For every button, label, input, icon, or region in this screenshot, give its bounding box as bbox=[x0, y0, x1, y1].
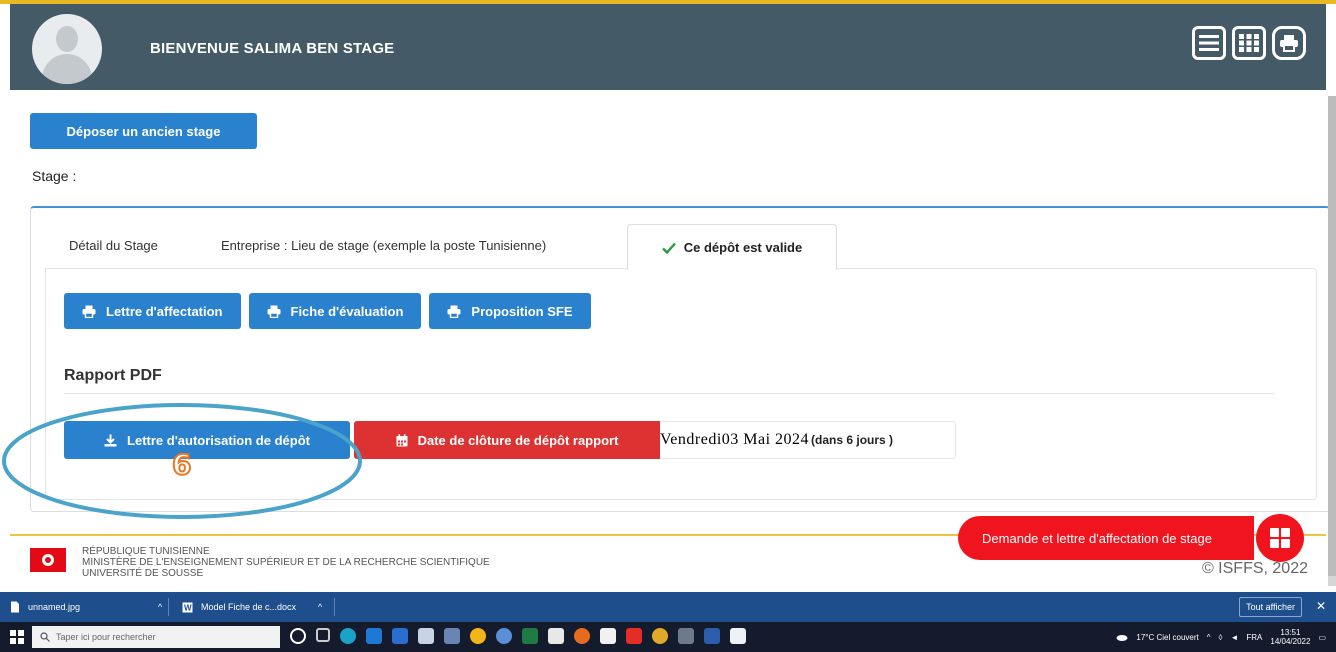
app-header: BIENVENUE SALIMA BEN STAGE bbox=[10, 4, 1326, 90]
avatar-bust bbox=[42, 54, 92, 84]
terminal-icon[interactable] bbox=[678, 628, 694, 644]
fiche-evaluation-button[interactable]: Fiche d'évaluation bbox=[248, 293, 422, 329]
annotation-number: 6 bbox=[171, 447, 193, 482]
clock[interactable]: 13:51 14/04/2022 bbox=[1270, 628, 1310, 646]
notifications-icon[interactable]: ▭ bbox=[1318, 633, 1326, 642]
calendar-icon bbox=[396, 433, 408, 446]
svg-text:W: W bbox=[184, 603, 192, 612]
firefox-icon[interactable] bbox=[574, 628, 590, 644]
search-placeholder: Taper ici pour rechercher bbox=[56, 632, 156, 642]
chrome-icon[interactable] bbox=[470, 628, 486, 644]
chrome-alt-icon[interactable] bbox=[496, 628, 512, 644]
footer-institution: RÉPUBLIQUE TUNISIENNE MINISTÈRE DE L'ENS… bbox=[82, 546, 490, 579]
chevron-up-icon: ^ bbox=[318, 602, 323, 612]
windows-grid-icon bbox=[1270, 528, 1290, 548]
download-item-1-label: unnamed.jpg bbox=[28, 602, 81, 612]
days-remaining: (dans 6 jours ) bbox=[811, 433, 894, 447]
divider bbox=[334, 598, 335, 616]
calendar-app-icon[interactable] bbox=[418, 628, 434, 644]
check-icon bbox=[661, 242, 676, 254]
date-cloture-label: Date de clôture de dépôt rapport bbox=[417, 432, 619, 448]
download-item-2[interactable]: W Model Fiche de c...docx ^ bbox=[182, 592, 322, 622]
grid-icon bbox=[1239, 34, 1259, 52]
proposition-sfe-button[interactable]: Proposition SFE bbox=[429, 293, 591, 329]
print-icon bbox=[1280, 35, 1298, 52]
menu-list-button[interactable] bbox=[1192, 26, 1226, 60]
tab-entreprise[interactable]: Entreprise : Lieu de stage (exemple la p… bbox=[221, 238, 546, 253]
volume-icon[interactable]: ◄ bbox=[1230, 633, 1238, 642]
tab-depot-valide[interactable]: Ce dépôt est valide bbox=[627, 224, 837, 270]
word-doc-icon: W bbox=[182, 602, 193, 612]
demande-affectation-button[interactable]: Demande et lettre d'affectation de stage bbox=[958, 516, 1254, 560]
deposer-ancien-stage-button[interactable]: Déposer un ancien stage bbox=[30, 113, 257, 149]
network-icon[interactable]: ◊ bbox=[1219, 633, 1223, 642]
download-item-2-label: Model Fiche de c...docx bbox=[201, 602, 297, 612]
scrollbar-thumb[interactable] bbox=[1328, 96, 1336, 576]
rapport-pdf-title: Rapport PDF bbox=[64, 367, 162, 384]
proposition-sfe-label: Proposition SFE bbox=[471, 303, 573, 319]
stage-label: Stage : bbox=[32, 168, 77, 184]
taskbar-search[interactable]: Taper ici pour rechercher bbox=[32, 626, 280, 648]
document-buttons: Lettre d'affectation Fiche d'évaluation … bbox=[64, 293, 591, 329]
divider bbox=[64, 393, 1274, 394]
date-cloture-value: Vendredi03 Mai 2024 bbox=[660, 431, 810, 448]
print-icon bbox=[447, 305, 461, 318]
chevron-up-icon: ^ bbox=[158, 602, 163, 612]
close-icon[interactable]: ✕ bbox=[1316, 599, 1326, 613]
grid-view-button[interactable] bbox=[1232, 26, 1266, 60]
header-actions bbox=[1192, 26, 1306, 60]
lettre-affectation-button[interactable]: Lettre d'affectation bbox=[64, 293, 241, 329]
youtube-icon[interactable] bbox=[626, 628, 642, 644]
pinned-apps bbox=[290, 628, 746, 644]
start-button[interactable] bbox=[10, 630, 24, 644]
mail-icon[interactable] bbox=[366, 628, 382, 644]
file-icon bbox=[11, 601, 19, 613]
fiche-evaluation-label: Fiche d'évaluation bbox=[290, 303, 404, 319]
downloads-bar: unnamed.jpg ^ W Model Fiche de c...docx … bbox=[0, 592, 1336, 622]
tab-detail-stage[interactable]: Détail du Stage bbox=[69, 238, 158, 253]
photos-icon[interactable] bbox=[444, 628, 460, 644]
weather-text[interactable]: 17°C Ciel couvert bbox=[1136, 633, 1198, 642]
menu-list-icon bbox=[1199, 35, 1219, 51]
avatar-head bbox=[56, 26, 78, 52]
avatar[interactable] bbox=[32, 14, 102, 84]
print-icon bbox=[267, 305, 280, 318]
camera-icon[interactable] bbox=[548, 628, 564, 644]
date-cloture-value-box: Vendredi03 Mai 2024 (dans 6 jours ) bbox=[660, 421, 956, 459]
cortana-icon[interactable] bbox=[290, 628, 306, 644]
excel-icon[interactable] bbox=[522, 628, 538, 644]
tab-depot-valide-label: Ce dépôt est valide bbox=[683, 240, 803, 255]
footer-line-3: UNIVERSITÉ DE SOUSSE bbox=[82, 568, 204, 579]
tunisia-flag-icon bbox=[30, 548, 66, 572]
welcome-title: BIENVENUE SALIMA BEN STAGE bbox=[150, 40, 395, 57]
copyright: © ISFFS, 2022 bbox=[1201, 560, 1308, 577]
footer-line-2: MINISTÈRE DE L'ENSEIGNEMENT SUPÉRIEUR ET… bbox=[82, 557, 490, 568]
divider bbox=[168, 598, 169, 616]
word-icon[interactable] bbox=[704, 628, 720, 644]
show-all-downloads-button[interactable]: Tout afficher bbox=[1239, 597, 1302, 617]
lettre-affectation-label: Lettre d'affectation bbox=[106, 303, 223, 319]
cloud-icon bbox=[1116, 635, 1128, 641]
task-view-icon[interactable] bbox=[316, 628, 330, 642]
vpn-icon[interactable] bbox=[600, 628, 616, 644]
print-button[interactable] bbox=[1272, 26, 1306, 60]
chrome-active-icon[interactable] bbox=[652, 628, 668, 644]
download-item-1[interactable]: unnamed.jpg ^ bbox=[10, 592, 162, 622]
clock-time: 13:51 bbox=[1280, 628, 1301, 637]
language-indicator[interactable]: FRA bbox=[1246, 633, 1262, 642]
demande-toggle-button[interactable] bbox=[1256, 514, 1304, 562]
edge-icon[interactable] bbox=[340, 628, 356, 644]
print-icon bbox=[82, 305, 96, 318]
clock-date: 14/04/2022 bbox=[1270, 637, 1311, 646]
windows-taskbar: Taper ici pour rechercher 17°C Ciel couv… bbox=[0, 622, 1336, 652]
system-tray: 17°C Ciel couvert ^ ◊ ◄ FRA 13:51 14/04/… bbox=[1116, 622, 1326, 652]
footer-line-1: RÉPUBLIQUE TUNISIENNE bbox=[82, 546, 210, 557]
tray-chevron-icon[interactable]: ^ bbox=[1207, 633, 1211, 642]
store-icon[interactable] bbox=[392, 628, 408, 644]
file-explorer-icon[interactable] bbox=[730, 628, 746, 644]
date-cloture-badge: Date de clôture de dépôt rapport bbox=[354, 421, 660, 459]
search-icon bbox=[40, 632, 50, 642]
